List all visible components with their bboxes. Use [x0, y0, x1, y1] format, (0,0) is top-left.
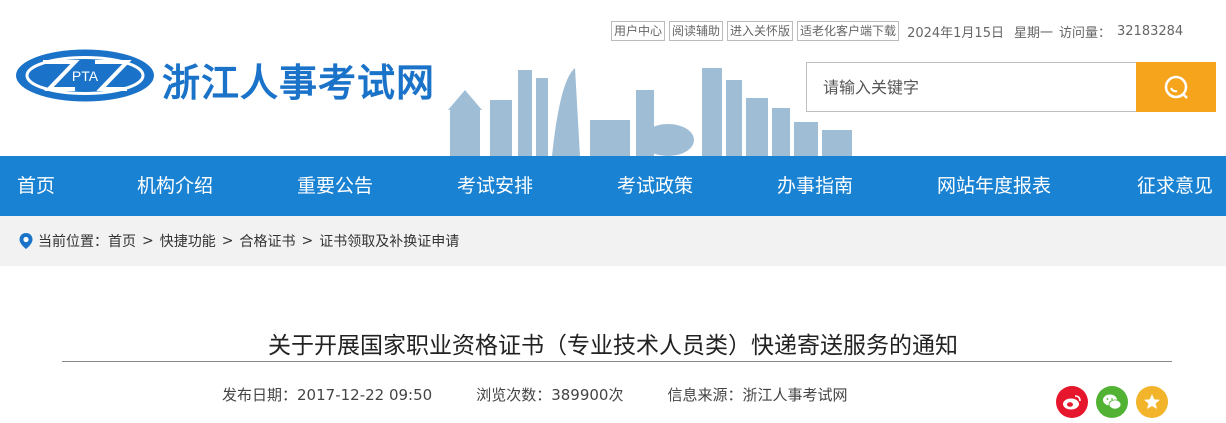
breadcrumb-separator: >: [221, 233, 234, 249]
nav-about[interactable]: 机构介绍: [137, 156, 213, 216]
breadcrumb-certificates[interactable]: 合格证书: [239, 231, 295, 251]
share-wechat-button[interactable]: [1096, 386, 1128, 418]
breadcrumb: 当前位置： 首页 > 快捷功能 > 合格证书 > 证书领取及补换证申请: [0, 216, 1226, 266]
reading-assist-link[interactable]: 阅读辅助: [669, 21, 724, 41]
breadcrumb-shortcuts[interactable]: 快捷功能: [160, 231, 216, 251]
title-divider: [62, 361, 1172, 362]
nav-service-guide[interactable]: 办事指南: [777, 156, 853, 216]
visits-count: 32183284: [1117, 23, 1184, 39]
nav-feedback[interactable]: 征求意见: [1137, 156, 1213, 216]
main-nav: 首页 机构介绍 重要公告 考试安排 考试政策 办事指南 网站年度报表 征求意见: [0, 156, 1226, 216]
nav-annual-report[interactable]: 网站年度报表: [937, 156, 1051, 216]
location-pin-icon: [19, 233, 33, 249]
city-skyline-illustration: [448, 68, 852, 156]
breadcrumb-label: 当前位置：: [38, 234, 108, 250]
user-center-link[interactable]: 用户中心: [611, 21, 666, 41]
nav-announcements[interactable]: 重要公告: [297, 156, 373, 216]
pta-logo[interactable]: PTA: [15, 48, 155, 103]
nav-home[interactable]: 首页: [17, 156, 55, 216]
site-title[interactable]: 浙江人事考试网: [162, 52, 435, 107]
current-date: 2024年1月15日: [907, 25, 1004, 41]
wechat-icon: [1103, 394, 1122, 410]
view-count: 浏览次数：389900次: [476, 386, 624, 404]
weekday: 星期一: [1013, 25, 1053, 41]
search-icon: [1164, 75, 1188, 99]
search-button[interactable]: [1136, 62, 1216, 112]
breadcrumb-separator: >: [142, 233, 154, 249]
article-meta: 发布日期：2017-12-22 09:50 浏览次数：389900次 信息来源：…: [222, 384, 892, 405]
svg-text:PTA: PTA: [72, 68, 99, 84]
breadcrumb-current[interactable]: 证书领取及补换证申请: [319, 231, 459, 251]
share-favorite-button[interactable]: [1136, 386, 1168, 418]
article-title: 关于开展国家职业资格证书（专业技术人员类）快递寄送服务的通知: [268, 333, 958, 359]
care-version-link[interactable]: 进入关怀版: [727, 21, 794, 41]
favorite-icon: [1144, 394, 1160, 409]
utility-bar: 用户中心 阅读辅助 进入关怀版 适老化客户端下载 2024年1月15日 星期一 …: [611, 21, 1183, 41]
breadcrumb-home[interactable]: 首页: [108, 231, 136, 251]
weibo-icon: [1063, 395, 1081, 410]
search-input[interactable]: [806, 62, 1136, 112]
visits-label: 访问量：: [1058, 25, 1111, 41]
header: 用户中心 阅读辅助 进入关怀版 适老化客户端下载 2024年1月15日 星期一 …: [0, 0, 1226, 156]
breadcrumb-separator: >: [301, 233, 314, 249]
share-weibo-button[interactable]: [1056, 386, 1088, 418]
elderly-app-download-link[interactable]: 适老化客户端下载: [797, 21, 900, 41]
publish-date: 发布日期：2017-12-22 09:50: [222, 386, 433, 404]
nav-exam-schedule[interactable]: 考试安排: [457, 156, 533, 216]
info-source: 信息来源：浙江人事考试网: [667, 386, 848, 404]
nav-exam-policy[interactable]: 考试政策: [617, 156, 693, 216]
